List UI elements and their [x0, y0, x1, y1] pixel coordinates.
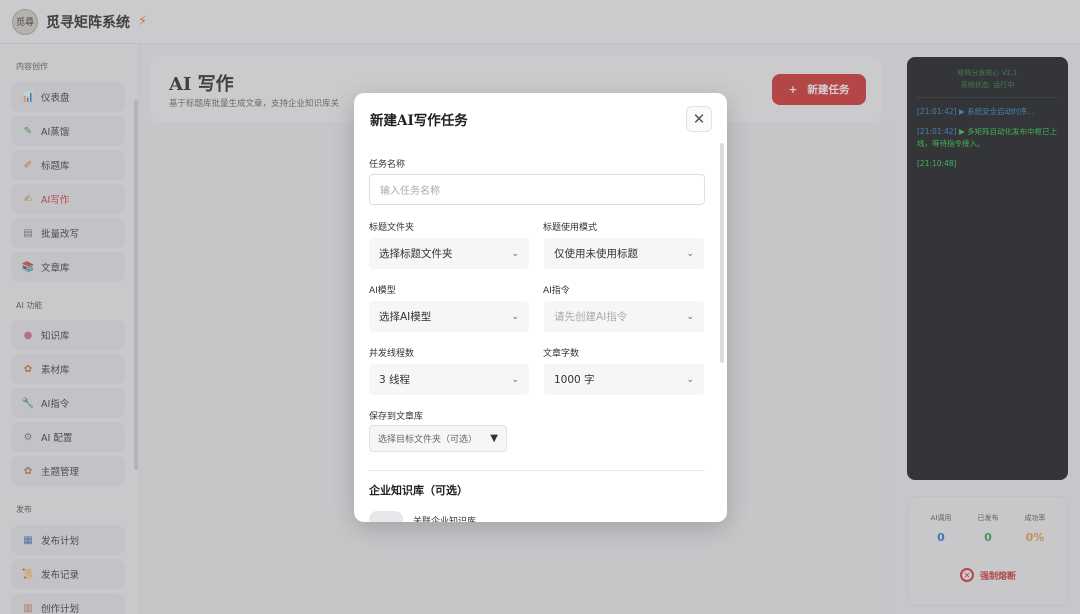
word-count-select[interactable]: 1000 字 ⌄ — [544, 364, 704, 395]
dialog-divider — [369, 470, 705, 471]
new-ai-writing-task-dialog: 新建AI写作任务 ✕ 任务名称 输入任务名称 标题文件夹 标题使用模式 选择标题… — [354, 93, 727, 522]
title-folder-select[interactable]: 选择标题文件夹 ⌄ — [369, 238, 529, 269]
title-mode-select[interactable]: 仅使用未使用标题 ⌄ — [544, 238, 704, 269]
dialog-scrollbar[interactable] — [720, 143, 724, 363]
ai-model-label: AI模型 — [369, 286, 396, 296]
chevron-down-icon: ⌄ — [686, 374, 694, 385]
ai-prompt-label: AI指令 — [543, 286, 570, 296]
save-folder-select[interactable]: 选择目标文件夹（可选） ▼ — [369, 425, 507, 452]
close-icon[interactable]: ✕ — [686, 106, 712, 132]
chevron-down-icon: ⌄ — [686, 311, 694, 322]
threads-label: 并发线程数 — [369, 349, 415, 359]
chevron-down-icon: ⌄ — [511, 374, 519, 385]
task-name-label: 任务名称 — [369, 160, 406, 170]
save-to-library-label: 保存到文章库 — [369, 412, 424, 422]
title-folder-label: 标题文件夹 — [369, 223, 415, 233]
kb-toggle[interactable] — [369, 511, 403, 522]
dialog-title: 新建AI写作任务 — [370, 113, 468, 129]
threads-select[interactable]: 3 线程 ⌄ — [369, 364, 529, 395]
triangle-down-icon: ▼ — [490, 433, 498, 444]
kb-section-title: 企业知识库（可选） — [369, 484, 468, 497]
task-name-input[interactable]: 输入任务名称 — [369, 174, 705, 205]
chevron-down-icon: ⌄ — [511, 311, 519, 322]
title-mode-label: 标题使用模式 — [543, 223, 598, 233]
ai-prompt-select[interactable]: 请先创建AI指令 ⌄ — [544, 301, 704, 332]
chevron-down-icon: ⌄ — [686, 248, 694, 259]
word-count-label: 文章字数 — [543, 349, 580, 359]
chevron-down-icon: ⌄ — [511, 248, 519, 259]
kb-toggle-label: 关联企业知识库 — [413, 517, 477, 522]
ai-model-select[interactable]: 选择AI模型 ⌄ — [369, 301, 529, 332]
